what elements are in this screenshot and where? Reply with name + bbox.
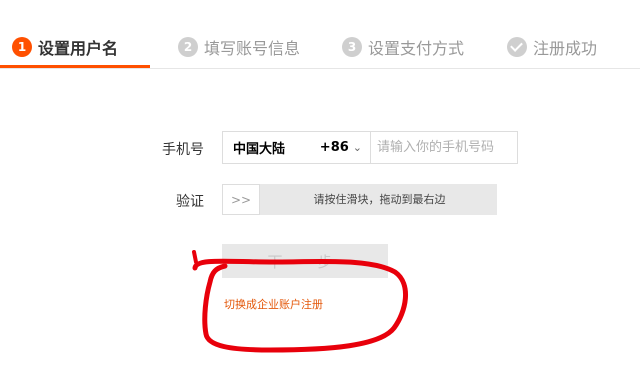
next-step-button[interactable]: 下一步 bbox=[222, 244, 388, 278]
step-3-number: 3 bbox=[342, 37, 362, 57]
switch-enterprise-link[interactable]: 切换成企业账户注册 bbox=[224, 296, 323, 312]
step-2-label: 填写账号信息 bbox=[204, 39, 301, 58]
active-step-underline bbox=[0, 65, 150, 68]
step-4-label: 注册成功 bbox=[533, 39, 598, 58]
country-code: +86 bbox=[319, 140, 349, 155]
region-value: 中国大陆 bbox=[233, 142, 286, 157]
check-icon bbox=[507, 37, 527, 57]
phone-label: 手机号 bbox=[162, 142, 204, 158]
step-2: 2 填写账号信息 bbox=[178, 35, 300, 59]
step-1: 1 设置用户名 bbox=[12, 35, 118, 59]
step-2-number: 2 bbox=[178, 37, 198, 57]
step-3: 3 设置支付方式 bbox=[342, 35, 464, 59]
slider-captcha: 请按住滑块，拖动到最右边 >> bbox=[222, 184, 497, 215]
chevron-down-icon: ⌄ bbox=[352, 141, 362, 154]
phone-input[interactable] bbox=[371, 131, 518, 164]
verify-label: 验证 bbox=[176, 194, 204, 210]
region-select[interactable]: 中国大陆 +86 ⌄ bbox=[222, 131, 371, 164]
slider-instruction: 请按住滑块，拖动到最右边 bbox=[313, 193, 446, 206]
step-1-label: 设置用户名 bbox=[38, 39, 119, 58]
step-1-number: 1 bbox=[12, 37, 32, 57]
step-4: 注册成功 bbox=[507, 35, 597, 59]
step-3-label: 设置支付方式 bbox=[368, 39, 465, 58]
slider-handle[interactable]: >> bbox=[222, 184, 260, 215]
step-progress-bar: 1 设置用户名 2 填写账号信息 3 设置支付方式 注册成功 bbox=[0, 0, 640, 69]
